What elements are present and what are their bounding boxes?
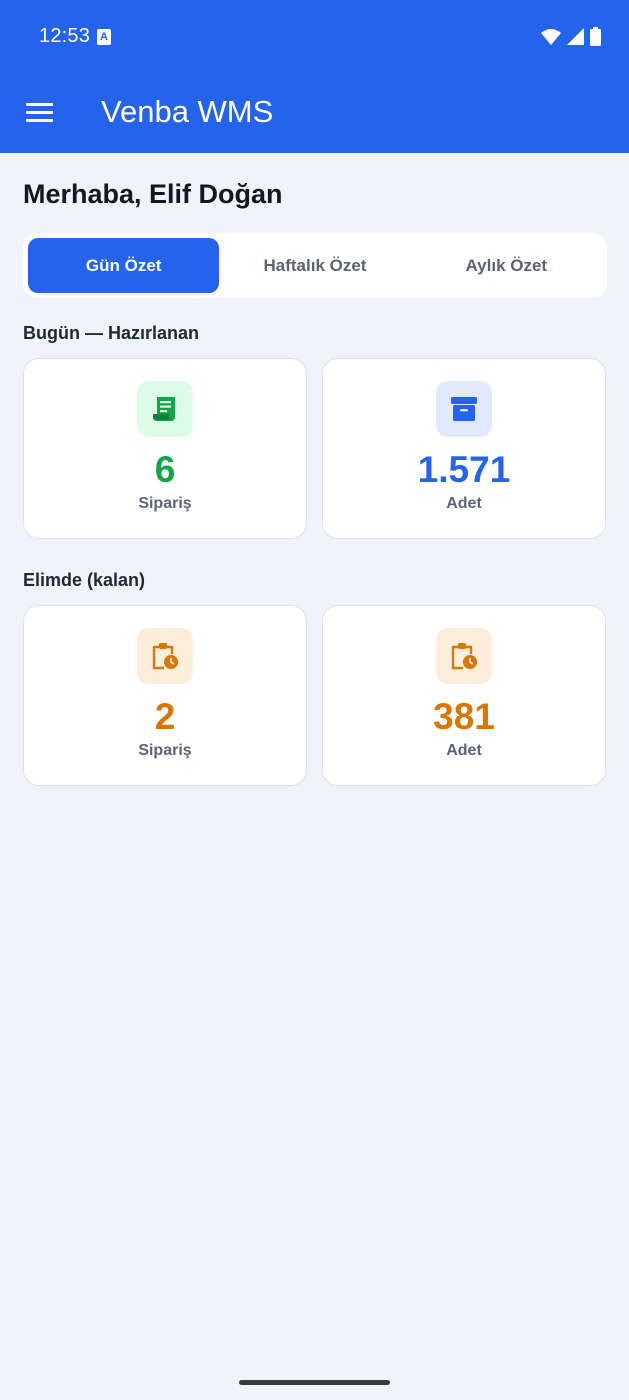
tab-weekly-summary[interactable]: Haftalık Özet [219,238,410,293]
card-label: Adet [446,742,482,759]
tab-monthly-summary[interactable]: Aylık Özet [411,238,602,293]
card-label: Sipariş [138,742,192,759]
signal-icon [567,28,584,45]
keyboard-indicator-icon: A [97,29,111,45]
app-title: Venba WMS [101,94,274,129]
status-icons [541,27,601,46]
wifi-icon [541,28,561,45]
card-label: Sipariş [138,495,192,512]
card-value: 381 [433,696,495,737]
receipt-icon [137,381,193,437]
card-remaining-orders[interactable]: 2 Sipariş [23,605,307,786]
app-header: 12:53 A Venba WMS [0,0,629,153]
section-title-today: Bugün — Hazırlanan [23,323,200,343]
card-value: 2 [154,696,176,737]
home-indicator[interactable] [239,1380,390,1385]
clipboard-clock-icon [137,628,193,684]
archive-box-icon [436,381,492,437]
menu-icon[interactable] [26,103,53,123]
greeting: Merhaba, Elif Doğan [23,179,283,209]
card-value: 6 [154,449,176,490]
status-time: 12:53 [39,25,91,47]
card-today-units[interactable]: 1.571 Adet [322,358,606,539]
card-value: 1.571 [417,449,511,490]
section-title-remaining: Elimde (kalan) [23,570,146,590]
summary-tabs: Gün Özet Haftalık Özet Aylık Özet [23,233,607,298]
card-remaining-units[interactable]: 381 Adet [322,605,606,786]
card-today-orders[interactable]: 6 Sipariş [23,358,307,539]
clipboard-clock-icon [436,628,492,684]
battery-icon [590,27,601,46]
tab-daily-summary[interactable]: Gün Özet [28,238,220,293]
card-label: Adet [446,495,482,512]
